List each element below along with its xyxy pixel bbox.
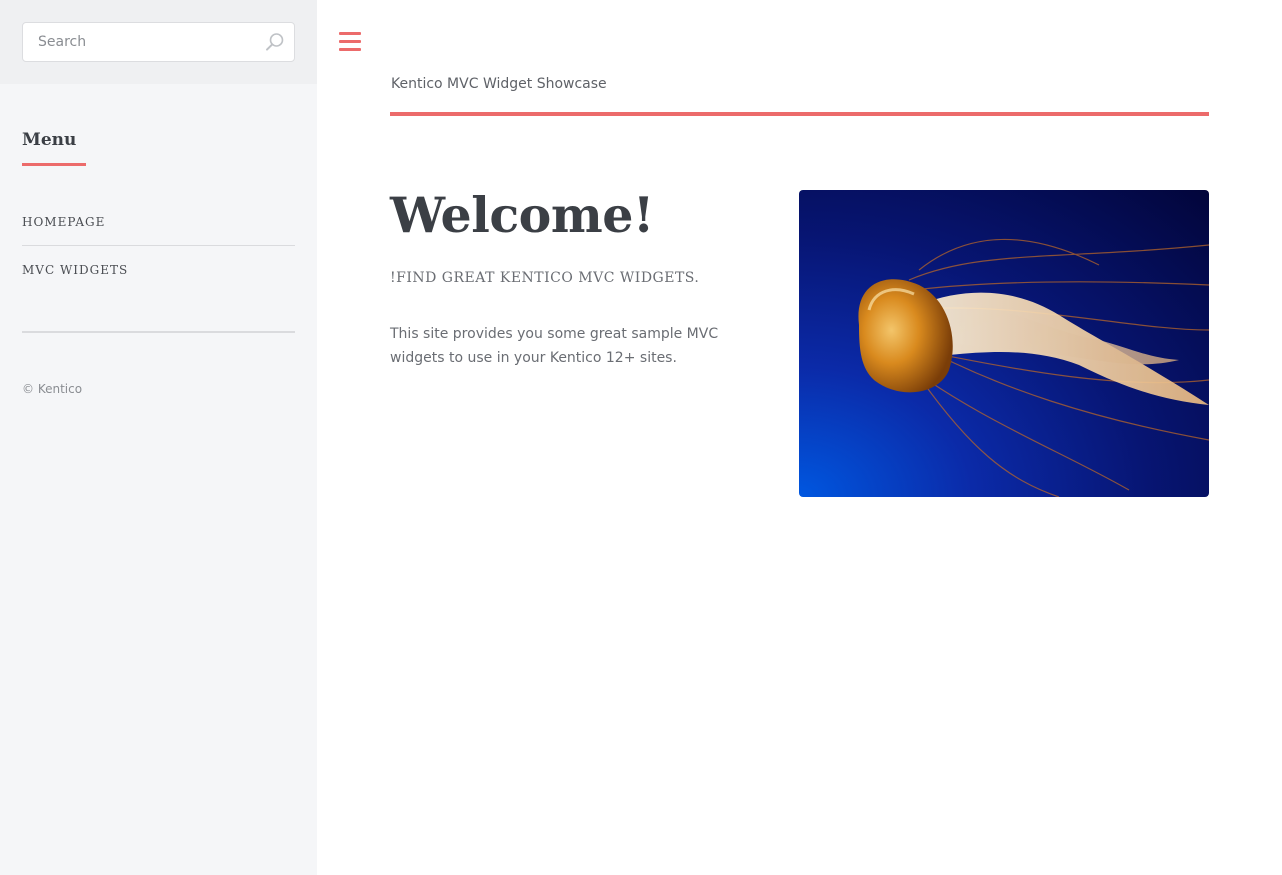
sidebar-link-mvc-widgets[interactable]: MVC WIDGETS	[22, 263, 128, 277]
search-band	[0, 0, 317, 84]
search-icon[interactable]	[264, 31, 286, 53]
header-rule	[390, 112, 1209, 116]
copyright: © Kentico	[22, 382, 83, 396]
search-box	[22, 22, 295, 62]
page-description: This site provides you some great sample…	[390, 326, 719, 366]
sidebar-nav: HOMEPAGE MVC WIDGETS	[22, 198, 295, 294]
hero-image-jellyfish	[799, 190, 1209, 497]
sidebar-item-mvc-widgets: MVC WIDGETS	[22, 246, 295, 294]
page-subtitle: !FIND GREAT KENTICO MVC WIDGETS.	[390, 270, 700, 286]
sidebar-link-homepage[interactable]: HOMEPAGE	[22, 215, 105, 229]
sidebar-item-homepage: HOMEPAGE	[22, 198, 295, 246]
site-title: Kentico MVC Widget Showcase	[391, 76, 607, 92]
page-heading: Welcome!	[390, 186, 654, 244]
hamburger-menu-icon[interactable]	[339, 32, 361, 51]
search-input[interactable]	[23, 23, 253, 61]
menu-underline	[22, 163, 86, 166]
menu-title: Menu	[22, 130, 77, 150]
sidebar-divider	[22, 331, 295, 333]
page: Menu HOMEPAGE MVC WIDGETS © Kentico Kent…	[0, 0, 1282, 875]
sidebar: Menu HOMEPAGE MVC WIDGETS © Kentico	[0, 0, 317, 875]
